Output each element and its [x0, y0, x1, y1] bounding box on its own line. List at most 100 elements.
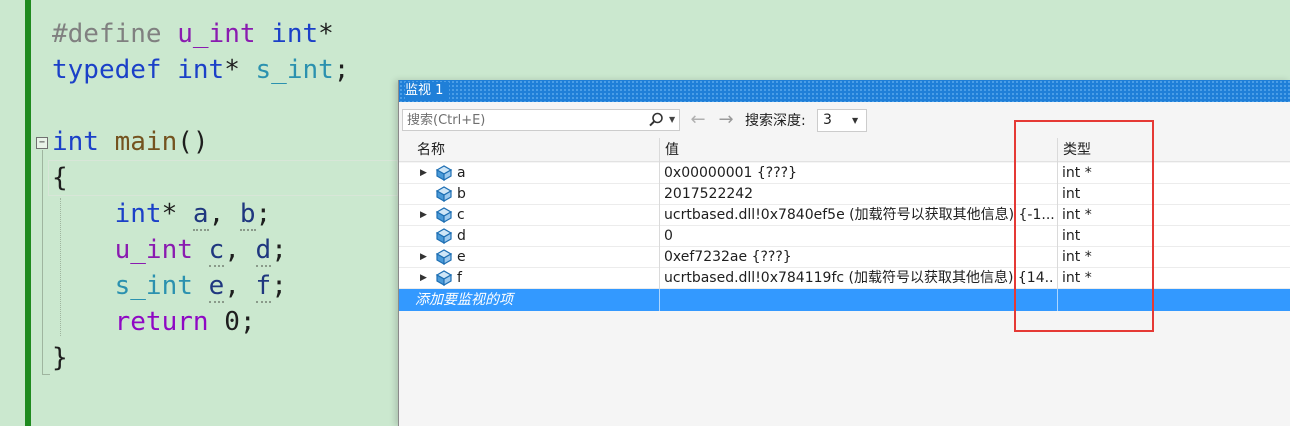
variable-cube-icon — [435, 228, 453, 244]
code-token: , — [208, 199, 240, 229]
code-token: s_int — [114, 271, 193, 301]
search-previous-icon[interactable]: ← — [687, 110, 709, 130]
watch-toolbar: ▼ ← → 搜索深度: 3 ▼ — [399, 102, 1290, 138]
variable-cube-icon — [435, 249, 453, 265]
watch-row[interactable]: ▶ e 0xef7232ae {???} int * — [399, 247, 1290, 268]
watch-name-cell[interactable]: d — [457, 226, 466, 247]
code-token: ; — [271, 235, 287, 265]
code-token: main — [114, 127, 178, 157]
watch-window[interactable]: 监视 1 ▼ ← → 搜索深度: 3 ▼ 名称 值 类型 ▶ a 0x0000000… — [398, 80, 1290, 426]
code-token: int — [271, 19, 319, 49]
code-line-typedef[interactable]: typedef int* s_int; — [52, 52, 349, 88]
code-token: u_int — [177, 19, 256, 49]
search-box[interactable]: ▼ — [402, 109, 680, 131]
variable-cube-icon — [435, 207, 453, 223]
search-depth-select[interactable]: 3 ▼ — [817, 109, 867, 132]
search-next-icon[interactable]: → — [715, 110, 737, 130]
variable-cube-icon — [435, 165, 453, 181]
code-token: 0; — [208, 307, 256, 337]
code-line-brace-close[interactable]: } — [52, 340, 68, 376]
code-token: ; — [255, 199, 272, 229]
code-token: () — [177, 127, 209, 157]
column-divider[interactable] — [659, 138, 660, 311]
code-token: return — [114, 307, 209, 337]
collapse-toggle-icon[interactable]: − — [36, 137, 48, 149]
watch-row[interactable]: d 0 int — [399, 226, 1290, 247]
watch-name-cell[interactable]: b — [457, 184, 466, 205]
watch-value-cell[interactable]: 2017522242 — [664, 184, 1054, 205]
watch-value-cell[interactable]: 0 — [664, 226, 1054, 247]
expand-arrow-icon[interactable]: ▶ — [420, 272, 430, 284]
code-token: c — [208, 235, 225, 267]
code-line-define[interactable]: #define u_int int* — [52, 16, 334, 52]
watch-value-cell[interactable]: ucrtbased.dll!0x7840ef5e (加载符号以获取其他信息) {… — [664, 205, 1054, 226]
search-input[interactable] — [407, 110, 637, 130]
expand-arrow-icon[interactable]: ▶ — [420, 209, 430, 221]
code-token: , — [224, 271, 256, 301]
column-header-value[interactable]: 值 — [665, 138, 679, 162]
watch-value-cell[interactable]: 0xef7232ae {???} — [664, 247, 1054, 268]
watch-name-cell[interactable]: c — [457, 205, 465, 226]
expand-arrow-icon[interactable]: ▶ — [420, 167, 430, 179]
code-token: { — [52, 163, 68, 193]
watch-name-cell[interactable]: a — [457, 163, 466, 184]
watch-row[interactable]: ▶ c ucrtbased.dll!0x7840ef5e (加载符号以获取其他信息)… — [399, 205, 1290, 226]
code-token: typedef — [52, 55, 162, 85]
search-depth-value: 3 — [823, 112, 832, 128]
code-line-main-sig[interactable]: int main() — [52, 124, 209, 160]
watch-value-cell[interactable]: ucrtbased.dll!0x784119fc (加载符号以获取其他信息) {… — [664, 268, 1054, 289]
code-token: ; — [271, 271, 287, 301]
expand-arrow-icon[interactable]: ▶ — [420, 251, 430, 263]
current-line-highlight — [48, 160, 398, 196]
watch-name-cell[interactable]: e — [457, 247, 466, 268]
code-line-decl-ab[interactable]: int* a, b; — [52, 196, 271, 232]
fold-guide-end — [42, 374, 50, 375]
code-token: ; — [333, 55, 350, 85]
code-token: s_int — [255, 55, 334, 85]
code-token: int — [52, 127, 99, 157]
watch-grid: 名称 值 类型 ▶ a 0x00000001 {???} int * b 20175222… — [399, 138, 1290, 426]
chevron-down-icon: ▼ — [852, 116, 859, 125]
code-token: f — [255, 271, 272, 303]
add-watch-row[interactable]: 添加要监视的项 — [399, 289, 1290, 311]
code-token: b — [239, 199, 256, 231]
code-token: d — [255, 235, 272, 267]
code-token: * — [224, 55, 256, 85]
watch-value-cell[interactable]: 0x00000001 {???} — [664, 163, 1054, 184]
watch-row[interactable]: b 2017522242 int — [399, 184, 1290, 205]
code-token: u_int — [114, 235, 193, 265]
variable-cube-icon — [435, 186, 453, 202]
code-line-brace-open[interactable]: { — [52, 160, 68, 196]
code-token: #define — [52, 19, 178, 49]
add-watch-text[interactable]: 添加要监视的项 — [415, 289, 513, 311]
code-token: , — [224, 235, 256, 265]
watch-titlebar[interactable]: 监视 1 — [399, 80, 1290, 102]
watch-row[interactable]: ▶ a 0x00000001 {???} int * — [399, 163, 1290, 184]
watch-row[interactable]: ▶ f ucrtbased.dll!0x784119fc (加载符号以获取其他信息)… — [399, 268, 1290, 289]
code-token: e — [208, 271, 225, 303]
search-options-dropdown-icon[interactable]: ▼ — [669, 114, 679, 126]
code-line-decl-cd[interactable]: u_int c, d; — [52, 232, 287, 268]
column-header-name[interactable]: 名称 — [417, 138, 445, 162]
code-line-return[interactable]: return 0; — [52, 304, 256, 340]
variable-cube-icon — [435, 270, 453, 286]
change-indicator-bar — [25, 0, 31, 426]
code-token: a — [192, 199, 209, 231]
code-line-decl-ef[interactable]: s_int e, f; — [52, 268, 287, 304]
search-icon[interactable] — [647, 111, 665, 129]
watch-header-row: 名称 值 类型 — [399, 138, 1290, 162]
code-token: int — [114, 199, 162, 229]
code-token: * — [318, 19, 334, 49]
fold-guide-line — [42, 150, 43, 375]
watch-name-cell[interactable]: f — [457, 268, 462, 289]
watch-title: 监视 1 — [405, 82, 450, 100]
code-token: } — [52, 343, 68, 373]
type-column-highlight — [1014, 120, 1154, 332]
